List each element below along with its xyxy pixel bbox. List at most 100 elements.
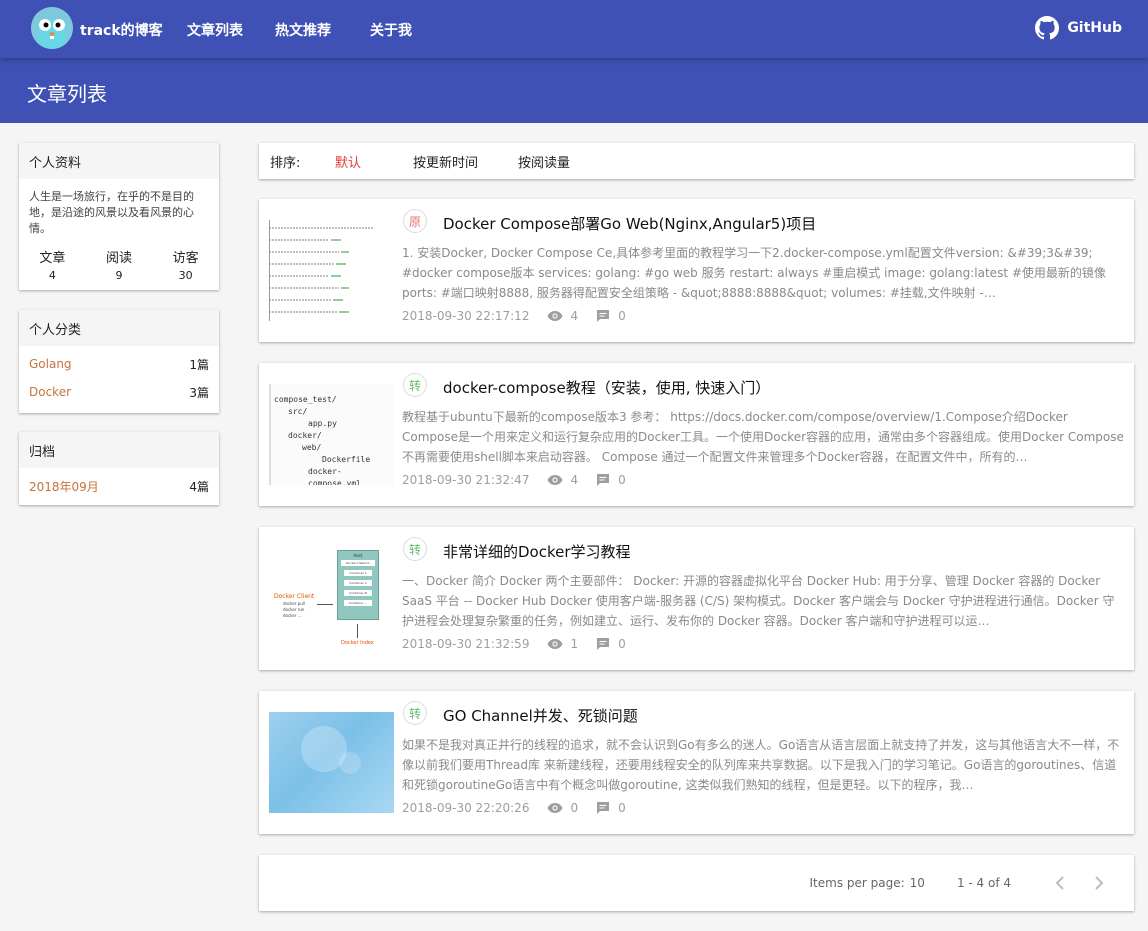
gopher-logo-icon[interactable] xyxy=(31,7,73,49)
thumb-host-item: Container N xyxy=(344,590,372,596)
stat-articles: 文章 4 xyxy=(22,247,82,282)
article-title[interactable]: 非常详细的Docker学习教程 xyxy=(443,541,631,562)
eye-icon xyxy=(547,638,563,650)
repost-badge: 转 xyxy=(403,537,427,561)
article-meta: 2018-09-30 22:17:12 4 0 xyxy=(402,309,626,323)
archive-count: 4篇 xyxy=(189,479,209,494)
thumb-client-item: docker run xyxy=(283,607,305,612)
article-views: 4 xyxy=(570,473,579,487)
github-icon xyxy=(1035,16,1060,40)
profile-stats: 文章 4 阅读 9 访客 30 xyxy=(19,237,219,282)
nav-article-list[interactable]: 文章列表 xyxy=(187,20,243,40)
category-count: 3篇 xyxy=(189,385,209,400)
top-navbar: track的博客 文章列表 热文推荐 关于我 GitHub xyxy=(0,0,1148,58)
items-per-page-select[interactable]: 10 xyxy=(910,876,925,890)
article-card[interactable]: compose_test/ src/ app.py docker/ web/ D… xyxy=(259,363,1134,506)
thumb-host-item: Docker Daemon xyxy=(341,560,375,566)
article-comments: 0 xyxy=(618,637,626,651)
sort-default[interactable]: 默认 xyxy=(335,152,413,171)
article-summary: 教程基于ubuntu下最新的compose版本3 参考： https://doc… xyxy=(402,410,1124,464)
thumb-line: compose_test/ xyxy=(274,395,337,404)
categories-card: 个人分类 Golang 1篇 Docker 3篇 xyxy=(19,310,219,413)
sort-by-reads[interactable]: 按阅读量 xyxy=(518,152,570,171)
article-title[interactable]: GO Channel并发、死锁问题 xyxy=(443,705,638,726)
article-comments: 0 xyxy=(618,473,626,487)
repost-badge: 转 xyxy=(403,373,427,397)
thumb-host-item: Container 1 xyxy=(344,570,372,576)
prev-page-button[interactable] xyxy=(1045,868,1075,898)
sort-by-update-time[interactable]: 按更新时间 xyxy=(413,152,518,171)
article-title[interactable]: docker-compose教程（安装，使用, 快速入门） xyxy=(443,377,770,398)
stat-value: 9 xyxy=(115,269,123,282)
profile-card: 个人资料 人生是一场旅行，在乎的不是目的地，是沿途的风景以及看风景的心情。 文章… xyxy=(19,143,219,290)
next-page-button[interactable] xyxy=(1084,868,1114,898)
article-date: 2018-09-30 22:17:12 xyxy=(402,309,530,323)
article-thumbnail[interactable]: compose_test/ src/ app.py docker/ web/ D… xyxy=(269,384,394,485)
article-date: 2018-09-30 22:20:26 xyxy=(402,801,530,815)
eye-icon xyxy=(547,310,563,322)
article-thumbnail[interactable] xyxy=(269,712,394,813)
article-summary: 1. 安装Docker, Docker Compose Ce,具体参考里面的教程… xyxy=(402,246,1106,300)
thumb-client-item: docker pull xyxy=(283,601,306,606)
thumb-client-label: Docker Client xyxy=(274,593,315,600)
comment-icon xyxy=(596,473,610,487)
article-thumbnail[interactable] xyxy=(269,220,394,321)
article-summary: 如果不是我对真正并行的线程的追求，就不会认识到Go有多么的迷人。Go语言从语言层… xyxy=(402,738,1120,792)
article-comments: 0 xyxy=(618,801,626,815)
original-badge: 原 xyxy=(403,209,427,233)
paginator: Items per page: 10 1 - 4 of 4 xyxy=(259,855,1134,911)
page-range: 1 - 4 of 4 xyxy=(956,876,1011,890)
article-meta: 2018-09-30 21:32:47 4 0 xyxy=(402,473,626,487)
thumb-line: web/ xyxy=(302,443,322,452)
github-link[interactable]: GitHub xyxy=(1035,16,1122,40)
stat-label: 阅读 xyxy=(105,251,132,266)
profile-bio: 人生是一场旅行，在乎的不是目的地，是沿途的风景以及看风景的心情。 xyxy=(29,190,194,235)
stat-visitors: 访客 30 xyxy=(156,247,216,282)
thumb-host-box: Host Docker Daemon Container 1 Container… xyxy=(337,550,379,620)
items-per-page-label: Items per page: xyxy=(809,876,905,890)
comment-icon xyxy=(596,637,610,651)
thumb-line: Dockerfile xyxy=(322,455,371,464)
chevron-right-icon xyxy=(1095,876,1104,890)
article-meta: 2018-09-30 22:20:26 0 0 xyxy=(402,801,626,815)
comment-icon xyxy=(596,309,610,323)
eye-icon xyxy=(547,474,563,486)
stat-label: 文章 xyxy=(39,251,66,266)
thumb-line: docker-compose.yml xyxy=(308,467,361,485)
article-card[interactable]: 原 Docker Compose部署Go Web(Nginx,Angular5)… xyxy=(259,199,1134,342)
nav-hot-articles[interactable]: 热文推荐 xyxy=(275,20,331,40)
article-thumbnail[interactable]: Docker Client docker pull docker run doc… xyxy=(269,548,394,649)
category-item-docker[interactable]: Docker 3篇 xyxy=(19,378,219,406)
thumb-host-item: Container ... xyxy=(344,600,372,606)
article-date: 2018-09-30 21:32:47 xyxy=(402,473,530,487)
nav-about-me[interactable]: 关于我 xyxy=(370,20,412,40)
github-label: GitHub xyxy=(1067,20,1122,36)
category-item-golang[interactable]: Golang 1篇 xyxy=(19,350,219,378)
article-card[interactable]: 转 GO Channel并发、死锁问题 如果不是我对真正并行的线程的追求，就不会… xyxy=(259,691,1134,834)
thumb-line: src/ xyxy=(288,407,308,416)
stat-value: 30 xyxy=(178,269,193,282)
article-card[interactable]: Docker Client docker pull docker run doc… xyxy=(259,527,1134,670)
stat-label: 访客 xyxy=(172,251,199,266)
article-views: 1 xyxy=(570,637,579,651)
article-views: 0 xyxy=(570,801,579,815)
thumb-client-item: docker ... xyxy=(283,613,302,618)
profile-card-title: 个人资料 xyxy=(19,143,219,179)
article-meta: 2018-09-30 21:32:59 1 0 xyxy=(402,637,626,651)
category-name[interactable]: Golang xyxy=(29,357,72,371)
archive-card-title: 归档 xyxy=(19,432,219,468)
archive-name[interactable]: 2018年09月 xyxy=(29,478,99,495)
archive-item-2018-09[interactable]: 2018年09月 4篇 xyxy=(19,472,219,500)
category-name[interactable]: Docker xyxy=(29,385,71,399)
chevron-left-icon xyxy=(1055,876,1064,890)
thumb-line: docker/ xyxy=(288,431,322,440)
stat-value: 4 xyxy=(48,269,56,282)
thumb-arrow xyxy=(357,624,358,638)
thumb-registry-label: Docker Index xyxy=(341,640,374,646)
thumb-host-label: Host xyxy=(353,553,363,558)
article-title[interactable]: Docker Compose部署Go Web(Nginx,Angular5)项目 xyxy=(443,213,816,234)
site-name-link[interactable]: track的博客 xyxy=(80,20,163,40)
article-views: 4 xyxy=(570,309,579,323)
article-date: 2018-09-30 21:32:59 xyxy=(402,637,530,651)
eye-icon xyxy=(547,802,563,814)
